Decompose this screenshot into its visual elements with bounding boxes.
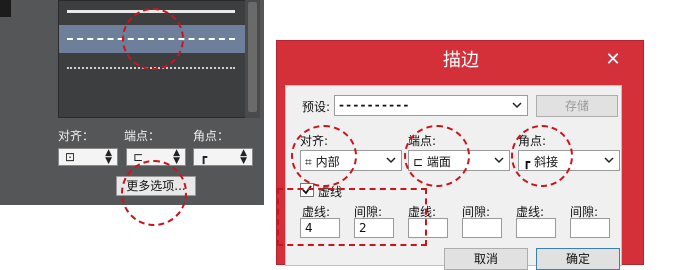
gap-field-2[interactable]	[462, 218, 502, 238]
gap-field-3[interactable]	[570, 218, 610, 238]
annotation-circle-more-options	[121, 160, 187, 226]
scrollbar-thumb[interactable]	[248, 2, 257, 112]
dash-field-3[interactable]	[516, 218, 556, 238]
cap-label: 端点：	[124, 129, 161, 143]
panel-edge	[0, 0, 11, 17]
annotation-circle-cap	[404, 125, 470, 187]
chevron-down-icon	[512, 102, 522, 109]
save-preset-button[interactable]: 存储	[536, 95, 618, 117]
chevron-down-icon	[386, 157, 396, 164]
annotation-circle-align	[291, 125, 357, 187]
preset-select[interactable]: - - - - - - - - - -	[334, 95, 528, 116]
align-label: 对齐：	[58, 129, 95, 143]
stepper-icon: ▲ ▼	[240, 148, 247, 166]
corner-label: 角点：	[193, 129, 230, 143]
preset-label: 预设:	[302, 100, 331, 114]
close-button[interactable]: ✕	[600, 47, 626, 73]
ok-button[interactable]: 确定	[536, 248, 620, 270]
cancel-button[interactable]: 取消	[444, 248, 528, 270]
stroke-list-scrollbar[interactable]	[245, 0, 260, 118]
stepper-icon: ▲ ▼	[173, 148, 180, 166]
corner-select[interactable]: ┏ ▲ ▼	[193, 148, 253, 166]
stroke-align-icon: ⊡	[65, 150, 76, 164]
stroke-corner-icon: ┏	[200, 150, 208, 164]
dialog-title: 描边	[443, 50, 479, 71]
align-select[interactable]: ⊡ ▲ ▼	[58, 148, 118, 166]
chevron-down-icon	[604, 157, 614, 164]
annotation-circle-corner	[511, 125, 573, 187]
annotation-circle-dashed-style	[122, 8, 184, 70]
stepper-icon: ▲ ▼	[105, 148, 112, 166]
chevron-down-icon	[494, 157, 504, 164]
annotation-rect-dashed-fields	[277, 188, 427, 246]
preset-value: - - - - - - - - - -	[339, 98, 408, 112]
